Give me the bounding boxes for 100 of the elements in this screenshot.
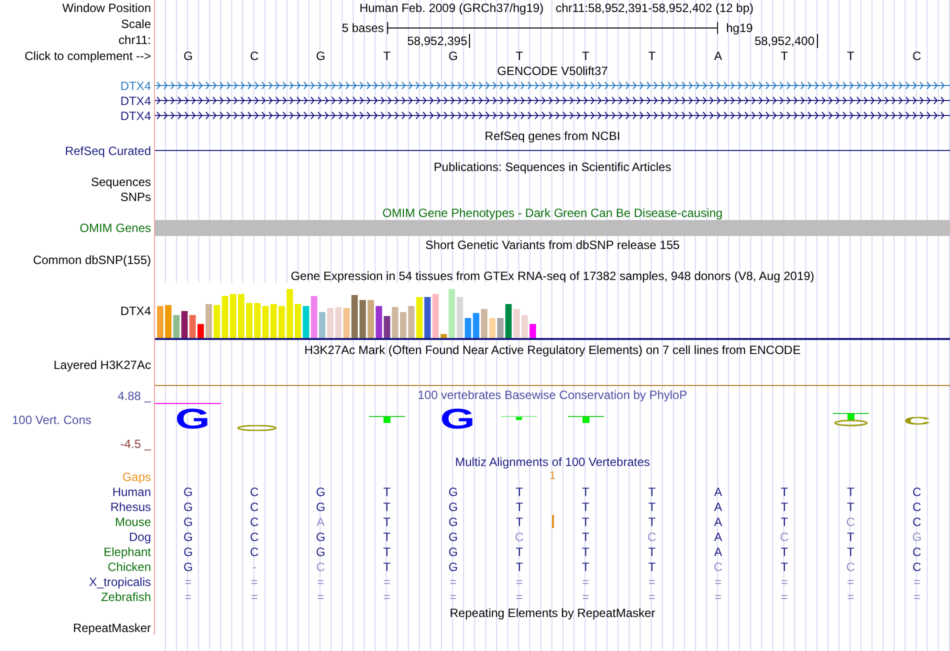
aligned-base: T xyxy=(648,544,656,558)
track-title: GENCODE V50lift37 xyxy=(497,64,608,78)
aligned-base: T xyxy=(383,560,391,574)
species-label: X_tropicalis xyxy=(88,574,151,588)
species-label: Elephant xyxy=(104,544,151,558)
species-label: Rhesus xyxy=(110,500,151,514)
aligned-base: C xyxy=(316,560,325,574)
aligned-base: A xyxy=(714,500,722,514)
aligned-base: G xyxy=(183,514,193,528)
aligned-base: T xyxy=(648,560,656,574)
aligned-base: = xyxy=(516,574,523,588)
conservation-tick-drawing xyxy=(568,416,604,424)
gene-label: DTX4 xyxy=(120,108,151,122)
track-label: Layered H3K27Ac xyxy=(54,358,151,372)
track-label: 100 Vert. Cons xyxy=(12,413,92,427)
track-label: OMIM Genes xyxy=(80,221,151,235)
aligned-base: = xyxy=(714,574,722,588)
aligned-base: = xyxy=(780,574,788,588)
aligned-base: G xyxy=(316,544,326,558)
reference-base[interactable]: T xyxy=(383,48,391,62)
reference-base[interactable]: G xyxy=(183,48,193,62)
conservation-tick-drawing xyxy=(832,412,869,426)
reference-base[interactable]: T xyxy=(516,48,524,62)
reference-base[interactable]: C xyxy=(912,48,922,62)
aligned-base: T xyxy=(780,500,788,514)
reference-base[interactable]: A xyxy=(714,48,722,62)
aligned-base: T xyxy=(582,514,590,528)
base-letter: G xyxy=(440,407,476,432)
aligned-base: A xyxy=(714,530,722,544)
species-label: Dog xyxy=(128,530,151,544)
track-title: 100 vertebrates Basewise Conservation by PhyloP xyxy=(418,388,688,402)
reference-base[interactable]: T xyxy=(846,48,854,62)
reference-base[interactable]: T xyxy=(648,48,656,62)
track-label: SNPs xyxy=(120,190,151,204)
aligned-base: C xyxy=(912,514,922,528)
track-label: Click to complement --> xyxy=(24,48,151,62)
axis-max-label: 4.88 _ xyxy=(118,389,151,403)
reference-base[interactable]: G xyxy=(316,48,326,62)
aligned-base: = xyxy=(250,590,258,604)
track-label: DTX4 xyxy=(120,304,151,318)
aligned-base: A xyxy=(714,484,722,498)
aligned-base: T xyxy=(383,544,391,558)
aligned-base: T xyxy=(582,560,590,574)
track-label: chr11: xyxy=(118,33,151,47)
aligned-base: = xyxy=(383,590,390,604)
track-label: Gaps xyxy=(122,470,151,484)
aligned-base: C xyxy=(714,560,722,574)
conservation-tick-drawing xyxy=(368,416,405,424)
aligned-base: G xyxy=(183,530,193,544)
aligned-base: = xyxy=(714,590,722,604)
aligned-base: G xyxy=(183,560,193,574)
aligned-base: = xyxy=(582,574,590,588)
track-title: RefSeq genes from NCBI xyxy=(484,129,620,143)
aligned-base: T xyxy=(383,500,391,514)
track-title: Repeating Elements by RepeatMasker xyxy=(450,606,656,620)
aligned-base: T xyxy=(516,500,524,514)
assembly-name: hg19 xyxy=(726,21,753,35)
aligned-base: G xyxy=(183,500,193,514)
aligned-base: G xyxy=(912,530,922,544)
gap-count: 1 xyxy=(549,469,556,483)
aligned-base: C xyxy=(648,530,656,544)
aligned-base: C xyxy=(250,484,259,498)
aligned-base: C xyxy=(912,544,922,558)
aligned-base: T xyxy=(648,484,656,498)
track-title: OMIM Gene Phenotypes - Dark Green Can Be Disease-causing xyxy=(382,206,723,220)
aligned-base: T xyxy=(846,544,854,558)
gene-label: DTX4 xyxy=(120,78,151,92)
track-title: Gene Expression in 54 tissues from GTEx RNA-seq of 17382 samples, 948 donors (V8, Aug 2019) xyxy=(290,269,814,283)
reference-base[interactable]: T xyxy=(780,48,788,62)
aligned-base: = xyxy=(582,590,590,604)
coordinate-tick: 58,952,400 xyxy=(754,34,818,48)
aligned-base: T xyxy=(780,544,788,558)
aligned-base: T xyxy=(846,484,854,498)
aligned-base: = xyxy=(780,590,788,604)
base-letter: G xyxy=(176,407,211,432)
squashed-letter-drawing xyxy=(237,424,278,430)
aligned-base: T xyxy=(780,514,788,528)
track-label: Sequences xyxy=(90,174,151,188)
reference-base[interactable]: G xyxy=(448,48,458,62)
aligned-base: C xyxy=(780,530,789,544)
aligned-base: G xyxy=(316,530,326,544)
aligned-base: T xyxy=(780,484,788,498)
track-label: Scale xyxy=(120,17,151,31)
aligned-base: T xyxy=(648,500,656,514)
species-label: Human xyxy=(112,484,151,498)
aligned-base: G xyxy=(448,514,458,528)
reference-base[interactable]: C xyxy=(250,48,259,62)
aligned-base: T xyxy=(582,544,590,558)
aligned-base: C xyxy=(250,530,259,544)
aligned-base: = xyxy=(250,574,258,588)
track-label: Common dbSNP(155) xyxy=(32,252,151,266)
aligned-base: G xyxy=(316,500,326,514)
reference-base[interactable]: T xyxy=(582,48,590,62)
aligned-base: G xyxy=(183,544,193,558)
aligned-base: = xyxy=(317,590,324,604)
aligned-base: T xyxy=(582,500,590,514)
aligned-base: C xyxy=(912,500,922,514)
axis-min-label: -4.5 _ xyxy=(120,437,151,451)
aligned-base: T xyxy=(648,514,656,528)
aligned-base: C xyxy=(250,500,259,514)
